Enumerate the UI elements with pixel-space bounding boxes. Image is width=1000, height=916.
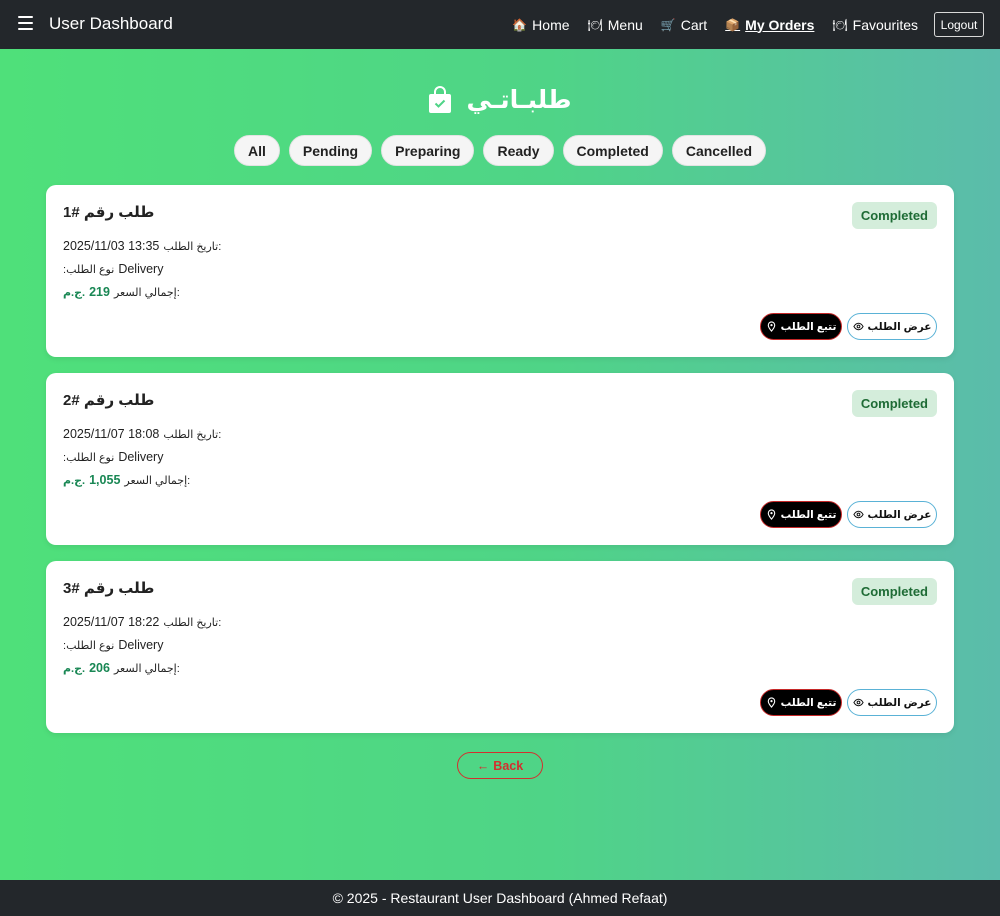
home-icon: 🏠 (512, 17, 528, 32)
nav-link-favourites[interactable]: 🍽 Favourites (832, 17, 918, 33)
order-date-line: 2025/11/07 18:22 تاريخ الطلب: (63, 615, 221, 629)
nav-link-cart[interactable]: 🛒 Cart (661, 17, 707, 33)
order-title: طلب رقم #1 (63, 204, 155, 221)
track-order-button[interactable]: تتبع الطلب (760, 689, 842, 716)
eye-icon (852, 322, 864, 331)
shopping-bag-check-icon (429, 86, 452, 113)
nav-link-label: Cart (680, 16, 708, 33)
brand-title: User Dashboard (49, 14, 173, 33)
track-order-button[interactable]: تتبع الطلب (760, 313, 842, 340)
view-order-button[interactable]: عرض الطلب (847, 501, 937, 528)
order-type-label: :نوع الطلب (63, 640, 115, 652)
location-pin-icon (767, 697, 775, 708)
hamburger-menu-icon[interactable] (18, 16, 33, 30)
status-badge: Completed (851, 390, 937, 417)
order-type-label: :نوع الطلب (63, 452, 115, 464)
status-filter-bar: All Pending Preparing Ready Completed Ca… (0, 135, 1000, 166)
page-title: طلبـاتـي (466, 86, 572, 114)
order-date-label: تاريخ الطلب: (163, 241, 222, 253)
status-badge: Completed (851, 578, 937, 605)
order-date-value: 2025/11/07 18:08 (63, 427, 160, 441)
filter-preparing[interactable]: Preparing (381, 135, 475, 166)
order-type-value: Delivery (118, 262, 164, 276)
filter-ready[interactable]: Ready (483, 135, 554, 166)
order-total-value: 219 (89, 285, 110, 299)
order-card: طلب رقم #1 Completed 2025/11/03 13:35 تا… (46, 185, 954, 357)
order-total-line: ج.م. 1,055 إجمالي السعر: (63, 473, 190, 487)
favourites-icon: 🍽 (832, 17, 848, 32)
page-footer: © 2025 - Restaurant User Dashboard (Ahme… (0, 880, 1000, 916)
order-total-line: ج.م. 219 إجمالي السعر: (63, 285, 180, 299)
order-title: طلب رقم #2 (63, 392, 155, 409)
order-total-line: ج.م. 206 إجمالي السعر: (63, 661, 180, 675)
back-label: Back (493, 758, 524, 773)
order-date-label: تاريخ الطلب: (163, 429, 222, 441)
cart-icon: 🛒 (660, 17, 676, 32)
order-date-value: 2025/11/03 13:35 (63, 239, 160, 253)
box-icon: 📦 (725, 17, 741, 32)
view-order-button[interactable]: عرض الطلب (847, 313, 937, 340)
view-order-label: عرض الطلب (867, 696, 932, 709)
filter-pending[interactable]: Pending (288, 135, 373, 166)
view-order-label: عرض الطلب (867, 508, 932, 521)
order-total-value: 206 (89, 661, 110, 675)
nav-link-menu[interactable]: 🍽 Menu (588, 17, 643, 33)
view-order-label: عرض الطلب (867, 320, 932, 333)
menu-icon: 🍽 (587, 17, 603, 32)
order-type-value: Delivery (118, 450, 164, 464)
order-type-line: :نوع الطلب Delivery (63, 638, 163, 652)
order-total-label: إجمالي السعر: (124, 475, 191, 487)
arrow-left-icon: ← (476, 758, 490, 773)
nav-link-label: My Orders (745, 16, 815, 33)
order-total-label: إجمالي السعر: (113, 287, 180, 299)
currency-label: ج.م. (63, 663, 86, 675)
track-order-label: تتبع الطلب (780, 696, 837, 709)
currency-label: ج.م. (63, 287, 86, 299)
nav-link-label: Home (532, 16, 570, 33)
order-date-value: 2025/11/07 18:22 (63, 615, 160, 629)
page-header: طلبـاتـي (0, 85, 1000, 115)
order-type-label: :نوع الطلب (63, 264, 115, 276)
nav-link-home[interactable]: 🏠 Home (512, 17, 569, 33)
order-total-value: 1,055 (89, 473, 121, 487)
order-date-line: 2025/11/03 13:35 تاريخ الطلب: (63, 239, 221, 253)
track-order-label: تتبع الطلب (780, 508, 837, 521)
eye-icon (852, 698, 864, 707)
order-card: طلب رقم #3 Completed 2025/11/07 18:22 تا… (46, 561, 954, 733)
top-navbar: User Dashboard 🏠 Home 🍽 Menu 🛒 Cart 📦 My… (0, 0, 1000, 49)
location-pin-icon (767, 509, 775, 520)
back-button[interactable]: ← Back (457, 752, 543, 779)
logout-button[interactable]: Logout (934, 12, 984, 37)
nav-links: 🏠 Home 🍽 Menu 🛒 Cart 📦 My Orders 🍽 Favou… (512, 0, 918, 49)
order-card: طلب رقم #2 Completed 2025/11/07 18:08 تا… (46, 373, 954, 545)
order-total-label: إجمالي السعر: (113, 663, 180, 675)
filter-cancelled[interactable]: Cancelled (671, 135, 766, 166)
order-type-value: Delivery (118, 638, 164, 652)
order-type-line: :نوع الطلب Delivery (63, 450, 163, 464)
nav-link-my-orders[interactable]: 📦 My Orders (725, 17, 814, 33)
status-badge: Completed (851, 202, 937, 229)
order-title: طلب رقم #3 (63, 580, 155, 597)
nav-link-label: Favourites (852, 16, 918, 33)
track-order-label: تتبع الطلب (780, 320, 837, 333)
order-type-line: :نوع الطلب Delivery (63, 262, 163, 276)
filter-completed[interactable]: Completed (562, 135, 663, 166)
order-date-label: تاريخ الطلب: (163, 617, 222, 629)
nav-link-label: Menu (607, 16, 643, 33)
footer-text: © 2025 - Restaurant User Dashboard (Ahme… (332, 890, 668, 906)
order-date-line: 2025/11/07 18:08 تاريخ الطلب: (63, 427, 221, 441)
track-order-button[interactable]: تتبع الطلب (760, 501, 842, 528)
eye-icon (852, 510, 864, 519)
view-order-button[interactable]: عرض الطلب (847, 689, 937, 716)
filter-all[interactable]: All (234, 135, 280, 166)
location-pin-icon (767, 321, 775, 332)
currency-label: ج.م. (63, 475, 86, 487)
